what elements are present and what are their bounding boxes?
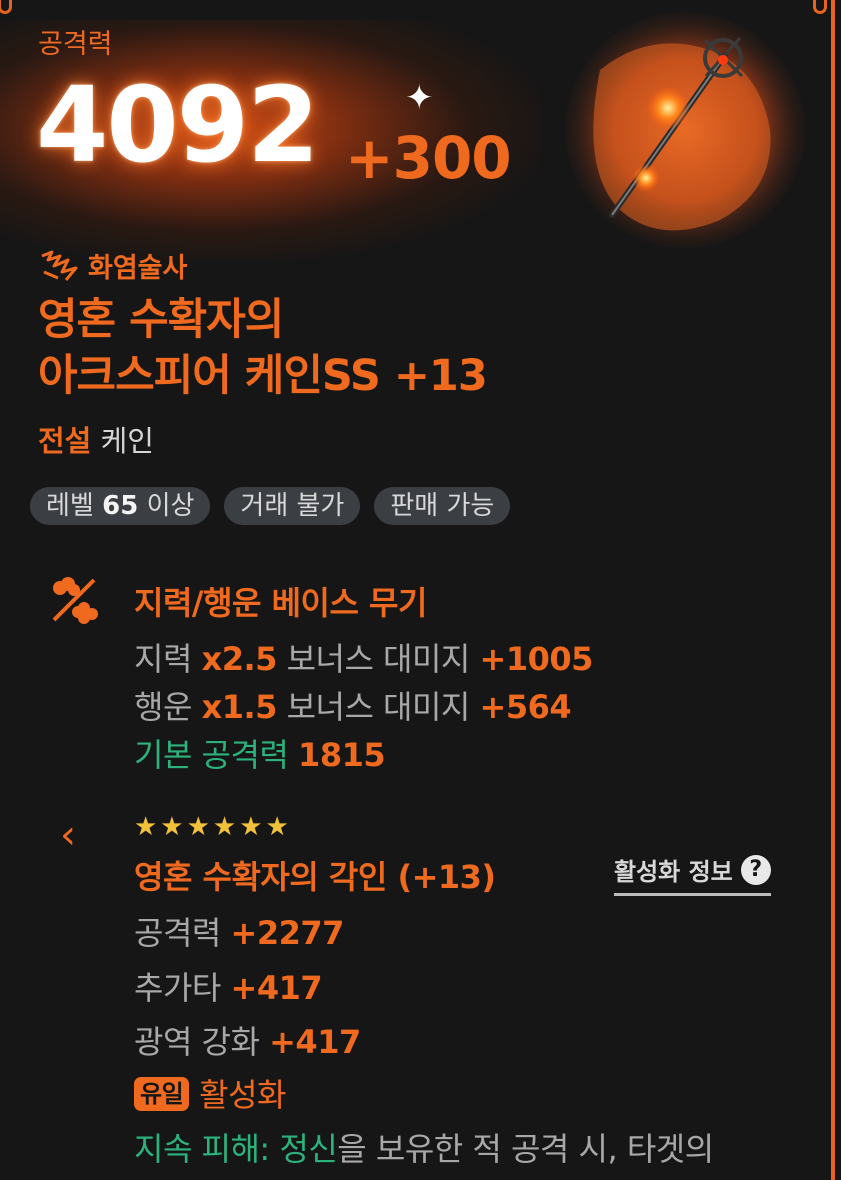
level-prefix: 레벨 [46, 491, 94, 521]
level-value: 65 [102, 491, 139, 521]
attack-value: 4092 [36, 64, 319, 186]
effect-text: 을 보유한 적 공격 시, 타겟의 [337, 1130, 714, 1168]
activation-info-label: 활성화 정보 [614, 858, 733, 886]
engrave-attack-value: +2277 [230, 914, 345, 952]
chevron-left-icon[interactable]: ‹ [60, 812, 76, 858]
trade-tag: 거래 불가 [224, 487, 361, 525]
luk-mult: x1.5 [201, 688, 278, 726]
item-kind: 케인 [100, 424, 154, 458]
base-attack-line: 기본 공격력 1815 [134, 730, 386, 776]
effect-line: 지속 피해: 정신을 보유한 적 공격 시, 타겟의 [134, 1124, 714, 1170]
item-image [565, 12, 805, 248]
flame-class-icon [41, 250, 78, 281]
rarity-label: 전설 [38, 424, 92, 458]
class-name: 화염술사 [88, 253, 188, 284]
area-boost-line: 광역 강화 +417 [134, 1017, 361, 1063]
level-suffix: 이상 [146, 491, 195, 521]
engrave-attack-line: 공격력 +2277 [134, 908, 344, 954]
base-attack-label: 기본 공격력 [134, 736, 289, 774]
attack-label: 공격력 [38, 29, 113, 60]
luk-label: 행운 [134, 688, 192, 726]
luk-bonus-label: 보너스 대미지 [286, 688, 471, 726]
attack-bonus: +300 [345, 124, 512, 192]
area-boost-label: 광역 강화 [134, 1023, 260, 1061]
unique-badge: 유일 [134, 1077, 190, 1111]
frame-border-right [831, 0, 835, 1180]
sell-tag: 판매 가능 [374, 487, 511, 525]
extra-hit-label: 추가타 [134, 969, 221, 1007]
rarity-row: 전설 케인 [38, 418, 154, 460]
frame-corner-left [0, 0, 12, 14]
sparkle-icon: ✦ [405, 78, 434, 118]
unique-status: 활성화 [199, 1076, 286, 1114]
base-attack-value: 1815 [298, 736, 386, 774]
item-name-line2: 아크스피어 케인SS +13 [38, 351, 488, 401]
luk-bonus-value: +564 [479, 688, 572, 726]
effect-prefix: 지속 피해: 정신 [134, 1130, 338, 1168]
engrave-title: 영혼 수확자의 각인 (+13) [134, 858, 496, 896]
level-requirement-tag: 레벨 65 이상 [30, 487, 211, 525]
int-luck-icon [52, 577, 98, 624]
int-bonus-label: 보너스 대미지 [286, 640, 471, 678]
tag-row: 레벨 65 이상 거래 불가 판매 가능 [30, 487, 511, 525]
int-mult: x2.5 [201, 640, 278, 678]
luk-bonus-line: 행운 x1.5 보너스 대미지 +564 [134, 682, 572, 728]
int-bonus-line: 지력 x2.5 보너스 대미지 +1005 [134, 634, 593, 680]
question-icon: ? [740, 854, 771, 885]
int-label: 지력 [134, 640, 192, 678]
frame-corner-right [813, 0, 827, 14]
extra-hit-value: +417 [230, 969, 323, 1007]
item-name: 영혼 수확자의 아크스피어 케인SS +13 [38, 292, 798, 404]
class-row: 화염술사 [38, 246, 187, 285]
area-boost-value: +417 [269, 1023, 361, 1061]
int-bonus-value: +1005 [479, 640, 594, 678]
engrave-attack-label: 공격력 [134, 914, 221, 952]
star-rating: ★★★★★★ [134, 812, 292, 842]
activation-info-link[interactable]: 활성화 정보 ? [614, 852, 771, 896]
unique-line: 유일 활성화 [134, 1070, 286, 1116]
extra-hit-line: 추가타 +417 [134, 963, 323, 1009]
base-weapon-title: 지력/행운 베이스 무기 [134, 584, 427, 622]
item-name-line1: 영혼 수확자의 [38, 295, 284, 345]
